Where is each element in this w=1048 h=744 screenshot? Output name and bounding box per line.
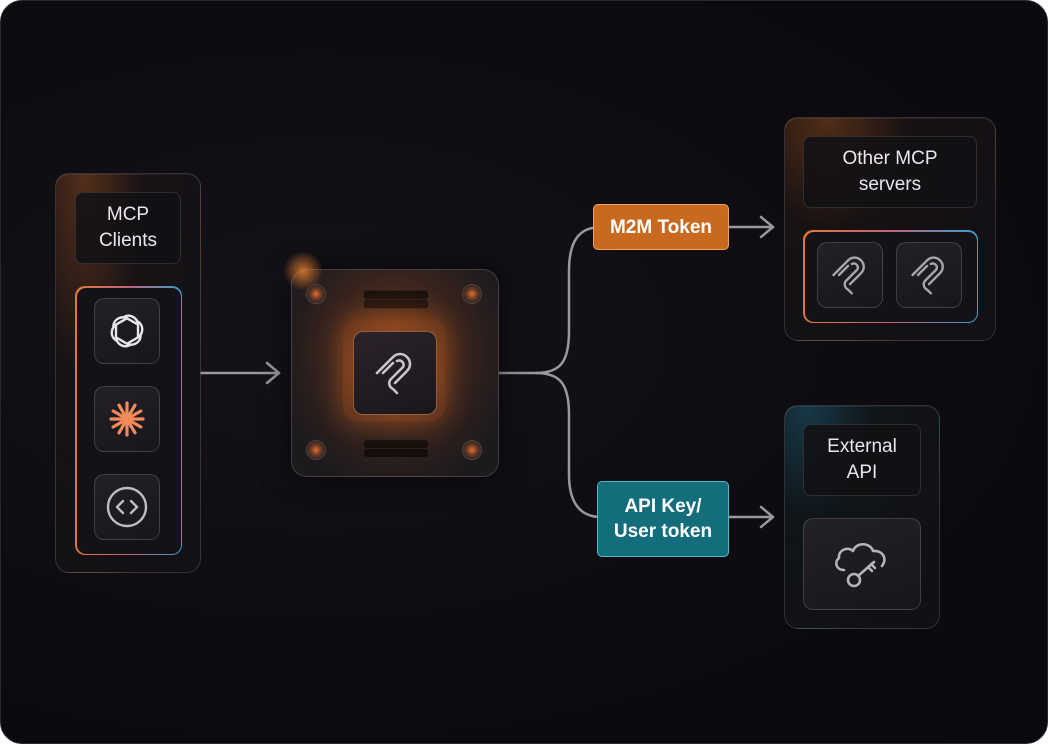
other-mcp-servers-title: Other MCP servers: [803, 136, 977, 208]
mcp-logo-icon: [911, 256, 944, 295]
openai-icon: [110, 314, 144, 348]
claude-icon: [109, 401, 145, 437]
client-claude[interactable]: [94, 386, 160, 452]
wire-to-api: [534, 371, 603, 519]
chip-screw-tr: [462, 284, 482, 304]
diagram-canvas: MCP Clients M2M Token API Key/ User toke…: [0, 0, 1048, 744]
mcp-server-1[interactable]: [817, 242, 883, 308]
chip-slot-top-2: [363, 299, 429, 309]
chip-screw-bl: [306, 440, 326, 460]
mcp-logo-icon: [375, 352, 412, 395]
mcp-clients-title: MCP Clients: [75, 192, 181, 264]
client-code[interactable]: [94, 474, 160, 540]
external-api-tile[interactable]: [803, 518, 921, 610]
chip-screw-br: [462, 440, 482, 460]
cloud-key-icon: [834, 542, 886, 588]
code-icon: [106, 486, 148, 528]
chip-slot-bottom-2: [363, 448, 429, 458]
api-key-token-badge: API Key/ User token: [597, 481, 729, 557]
mcp-logo-icon: [832, 256, 865, 295]
client-openai[interactable]: [94, 298, 160, 364]
m2m-token-badge: M2M Token: [593, 204, 729, 250]
mcp-server-2[interactable]: [896, 242, 962, 308]
chip-core: [353, 331, 437, 415]
external-api-title: External API: [803, 424, 921, 496]
chip-screw-tl: [306, 284, 326, 304]
wire-to-m2m: [496, 225, 603, 375]
